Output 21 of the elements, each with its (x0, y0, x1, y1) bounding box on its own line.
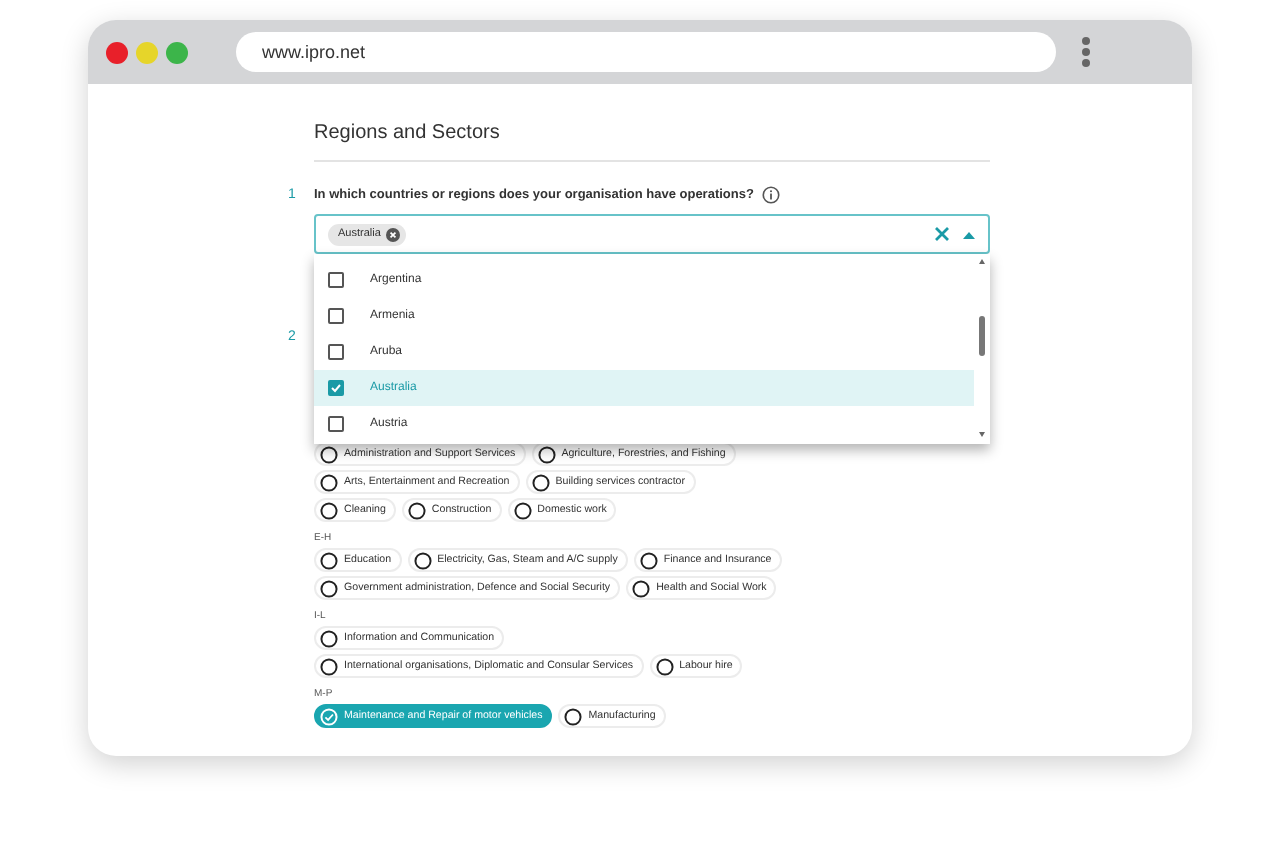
checkbox[interactable] (328, 380, 344, 396)
checkbox[interactable] (328, 344, 344, 360)
radio-icon (320, 707, 338, 725)
radio-icon (413, 551, 432, 569)
info-icon[interactable] (761, 186, 780, 204)
menu-icon[interactable] (1080, 36, 1092, 68)
radio-icon (655, 657, 674, 675)
radio-icon (564, 707, 583, 725)
radio-icon (407, 501, 426, 519)
checkbox[interactable] (328, 272, 344, 288)
checkbox[interactable] (328, 416, 344, 432)
scrollbar[interactable] (976, 254, 988, 442)
clear-icon[interactable] (934, 226, 950, 242)
checkbox[interactable] (328, 308, 344, 324)
address-bar[interactable]: www.ipro.net (236, 32, 1056, 72)
maximize-dot-icon[interactable] (166, 41, 188, 63)
section-title: Regions and Sectors (314, 84, 990, 162)
minimize-dot-icon[interactable] (136, 41, 158, 63)
close-dot-icon[interactable] (106, 41, 128, 63)
remove-tag-icon[interactable] (386, 227, 401, 241)
caret-up-icon[interactable] (962, 229, 976, 239)
